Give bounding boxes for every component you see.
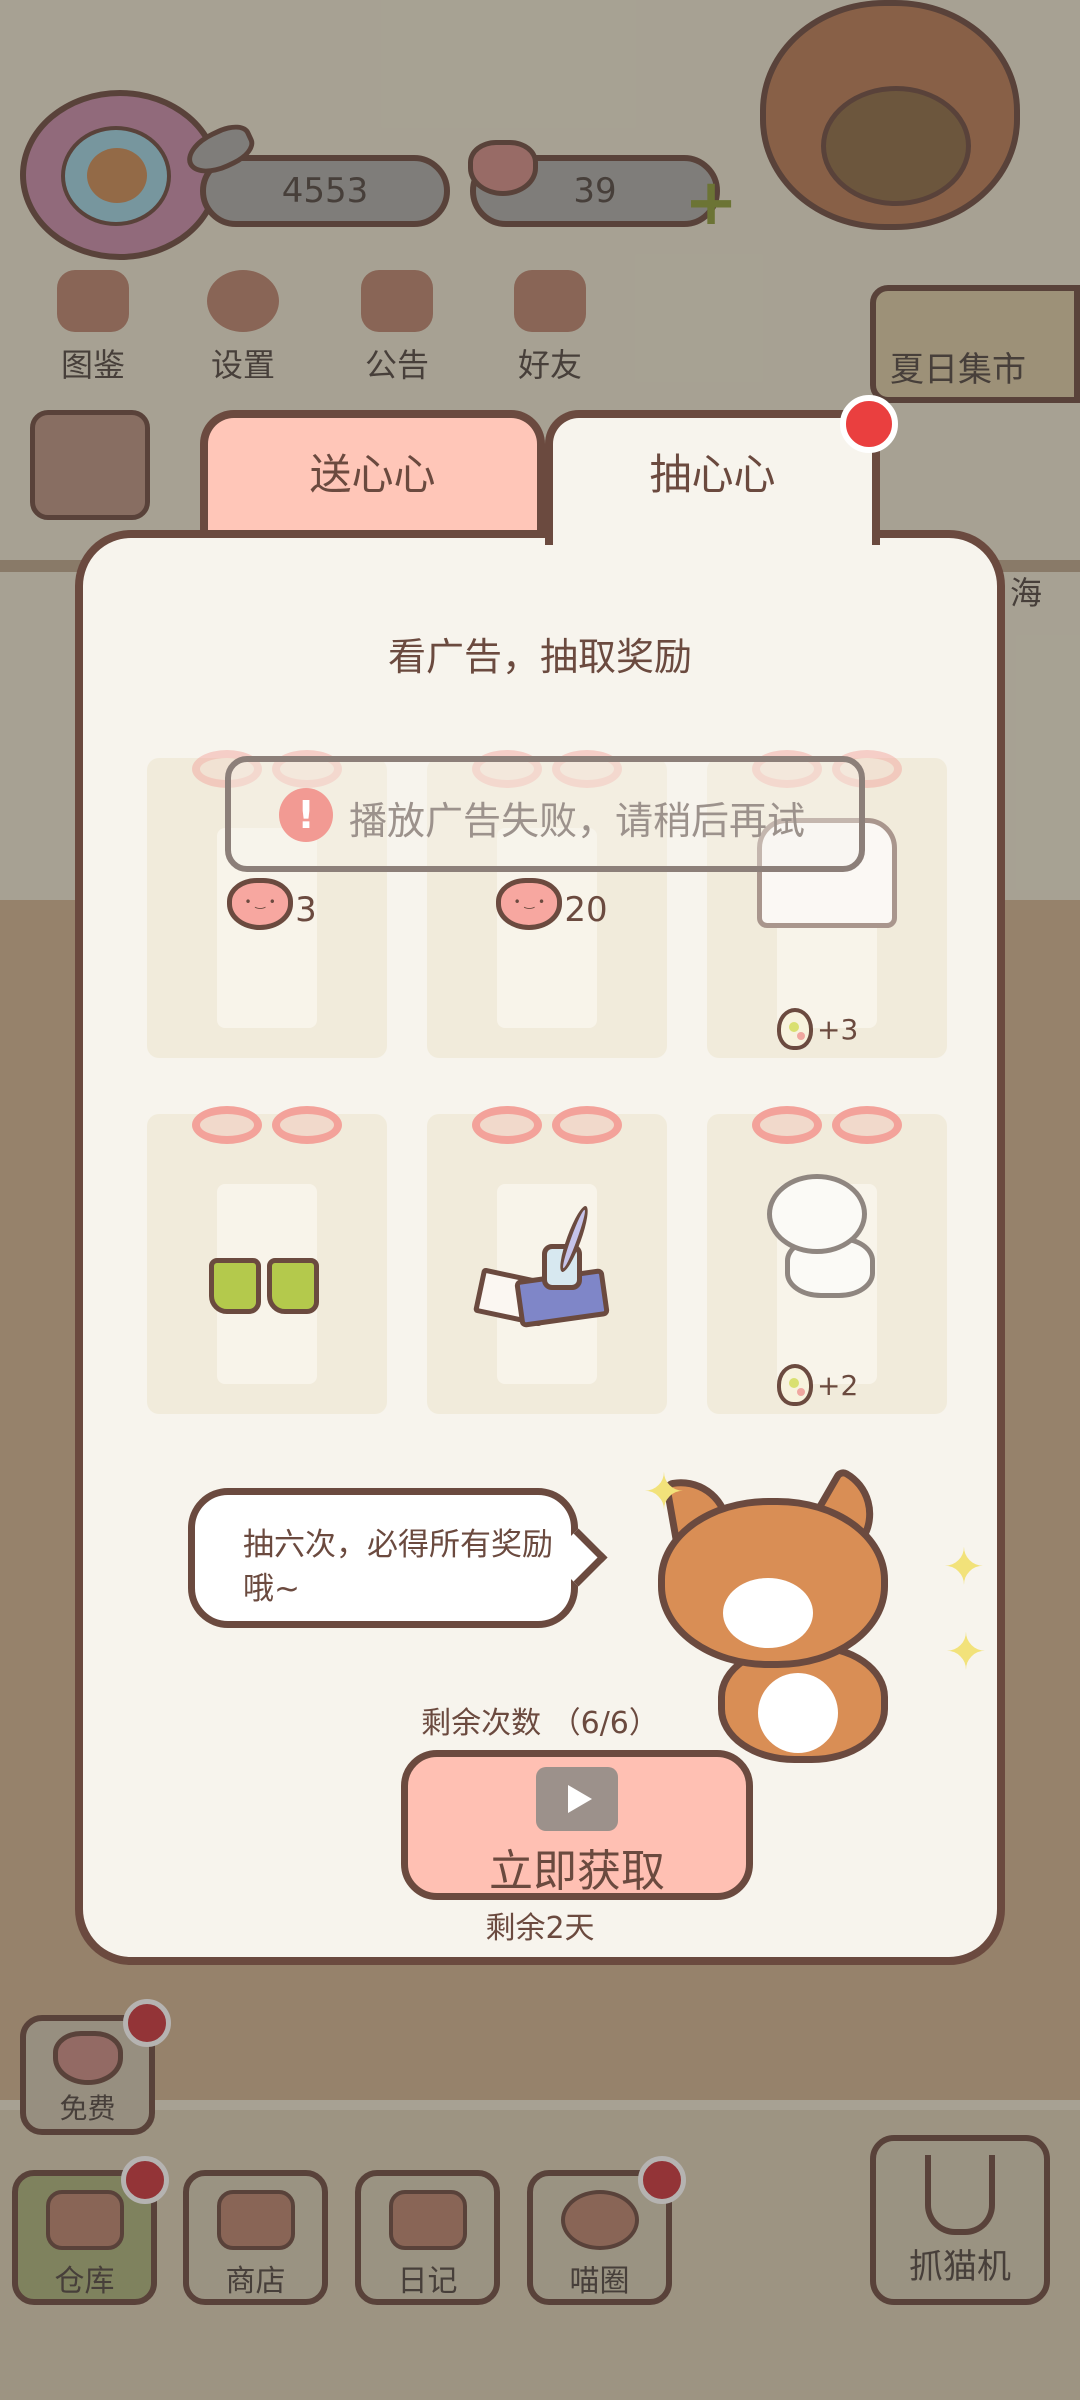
reward-amount: 3 <box>295 890 317 930</box>
video-ad-icon <box>536 1767 618 1831</box>
draw-hearts-dialog: 看广告，抽取奖励 3 20 +3 <box>75 530 1005 1965</box>
remaining-count: 剩余次数 （6/6） <box>421 1706 659 1741</box>
boots-icon <box>209 1254 329 1314</box>
knot-ribbon-icon <box>192 1100 342 1150</box>
tab-draw-hearts[interactable]: 抽心心 <box>545 410 880 545</box>
warning-icon: ! <box>279 788 333 842</box>
toast-message: 播放广告失败，请稍后再试 <box>349 799 806 843</box>
sparkle-icon: ✦ <box>643 1463 685 1521</box>
speech-bubble-text: 抽六次，必得所有奖励哦~ <box>243 1527 553 1607</box>
ink-quill-icon <box>467 1203 627 1334</box>
knot-ribbon-icon <box>472 1100 622 1150</box>
tab-send-hearts[interactable]: 送心心 <box>200 410 545 545</box>
egg-bonus: +2 <box>777 1364 858 1406</box>
get-now-label: 立即获取 <box>489 1846 665 1897</box>
reward-hearts: 3 <box>207 878 337 930</box>
white-cat-icon <box>757 1164 897 1304</box>
get-now-button[interactable]: 立即获取 <box>401 1750 753 1900</box>
notification-dot <box>840 395 898 453</box>
egg-icon <box>777 1008 813 1050</box>
days-left-text: 剩余2天 <box>485 1911 595 1946</box>
reward-card[interactable] <box>147 1106 387 1414</box>
heart-icon <box>496 878 563 930</box>
sparkle-icon: ✦ <box>943 1538 985 1596</box>
sparkle-icon: ✦ <box>945 1623 987 1681</box>
egg-bonus-count: +3 <box>817 1012 859 1046</box>
tab-draw-hearts-label: 抽心心 <box>649 450 776 499</box>
reward-card[interactable]: +2 <box>707 1106 947 1414</box>
heart-icon <box>227 878 294 930</box>
knot-ribbon-icon <box>752 1100 902 1150</box>
speech-bubble: 抽六次，必得所有奖励哦~ <box>188 1488 578 1628</box>
egg-bonus: +3 <box>777 1008 858 1050</box>
tab-send-hearts-label: 送心心 <box>309 450 436 499</box>
dialog-title: 看广告，抽取奖励 <box>387 635 692 679</box>
egg-icon <box>777 1364 813 1406</box>
reward-card[interactable] <box>427 1106 667 1414</box>
egg-bonus-count: +2 <box>817 1368 859 1402</box>
reward-hearts: 20 <box>487 878 617 930</box>
reward-amount: 20 <box>564 890 608 930</box>
ad-failed-toast: ! 播放广告失败，请稍后再试 <box>225 756 865 872</box>
